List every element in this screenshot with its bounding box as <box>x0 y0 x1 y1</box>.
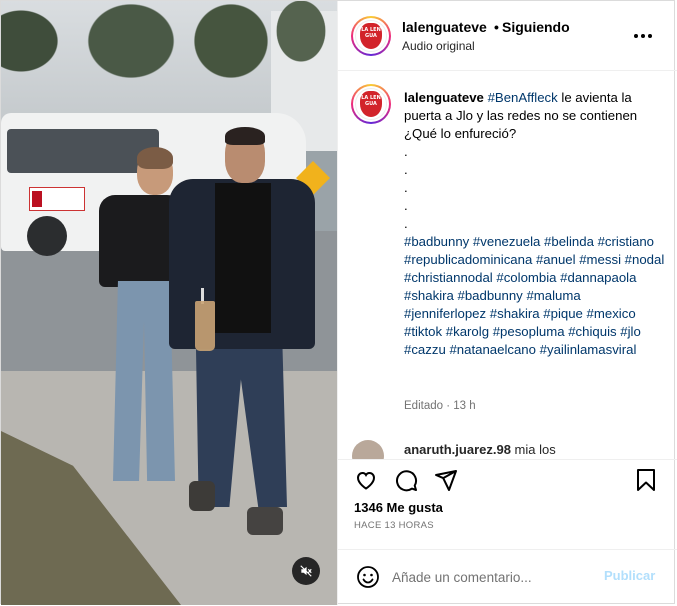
post-caption: lalenguateve #BenAffleck le avienta la p… <box>404 89 666 359</box>
comment-input[interactable] <box>392 564 592 590</box>
comments-section[interactable]: LA LEN GUA lalenguateve #BenAffleck le a… <box>338 72 677 459</box>
bookmark-icon <box>637 469 655 491</box>
comment-preview: anaruth.juarez.98 mia los <box>352 440 672 459</box>
video-frame <box>1 1 337 605</box>
post-header: LA LEN GUA lalenguateve • Siguiendo Audi… <box>338 1 677 71</box>
header-username[interactable]: lalenguateve <box>402 19 487 35</box>
comment-composer: Publicar <box>338 549 677 605</box>
caption-username[interactable]: lalenguateve <box>404 90 484 105</box>
likes-count[interactable]: 1346 Me gusta <box>354 500 443 515</box>
hashtag-list[interactable]: #badbunny #venezuela #belinda #cristiano… <box>404 234 664 357</box>
brand-logo: LA LEN GUA <box>360 91 382 117</box>
post-video[interactable] <box>1 1 337 605</box>
iced-coffee-cup <box>195 301 215 351</box>
edited-label: Editado <box>404 400 444 412</box>
truck-logo <box>29 187 85 211</box>
post-dialog: LA LEN GUA lalenguateve • Siguiendo Audi… <box>0 0 677 605</box>
post-timestamp[interactable]: HACE 13 HORAS <box>354 520 434 531</box>
caption-avatar[interactable]: LA LEN GUA <box>351 84 391 124</box>
following-button[interactable]: Siguiendo <box>502 19 570 35</box>
action-bar: 1346 Me gusta HACE 13 HORAS <box>338 459 677 549</box>
emoji-button[interactable] <box>354 563 382 591</box>
like-button[interactable] <box>350 464 382 496</box>
caption-dots: . . . . . <box>404 144 408 231</box>
publish-button[interactable]: Publicar <box>604 568 655 583</box>
audio-link[interactable]: Audio original <box>402 39 475 53</box>
caption-time: 13 h <box>453 400 476 412</box>
brand-logo: LA LEN GUA <box>360 23 382 49</box>
separator-dot: • <box>494 19 499 35</box>
emoji-smile-icon <box>357 566 379 588</box>
comment-username[interactable]: anaruth.juarez.98 <box>404 442 511 457</box>
man-figure <box>169 127 319 551</box>
mute-button[interactable] <box>292 557 320 585</box>
heart-icon <box>356 471 376 490</box>
save-button[interactable] <box>630 464 662 496</box>
comment-text: mia los <box>510 442 556 457</box>
avatar[interactable]: LA LEN GUA <box>351 16 391 56</box>
comment-button[interactable] <box>390 464 422 496</box>
avatar[interactable] <box>352 440 384 459</box>
speaker-muted-icon <box>300 565 312 577</box>
send-paper-plane-icon <box>435 470 457 491</box>
post-side-panel: LA LEN GUA lalenguateve • Siguiendo Audi… <box>337 1 677 605</box>
more-horizontal-icon <box>634 34 652 38</box>
share-button[interactable] <box>430 464 462 496</box>
hashtag-link[interactable]: #BenAffleck <box>488 90 558 105</box>
comment-bubble-icon <box>396 470 418 492</box>
more-options-button[interactable] <box>628 21 658 51</box>
caption-meta: Editado · 13 h <box>404 400 476 412</box>
